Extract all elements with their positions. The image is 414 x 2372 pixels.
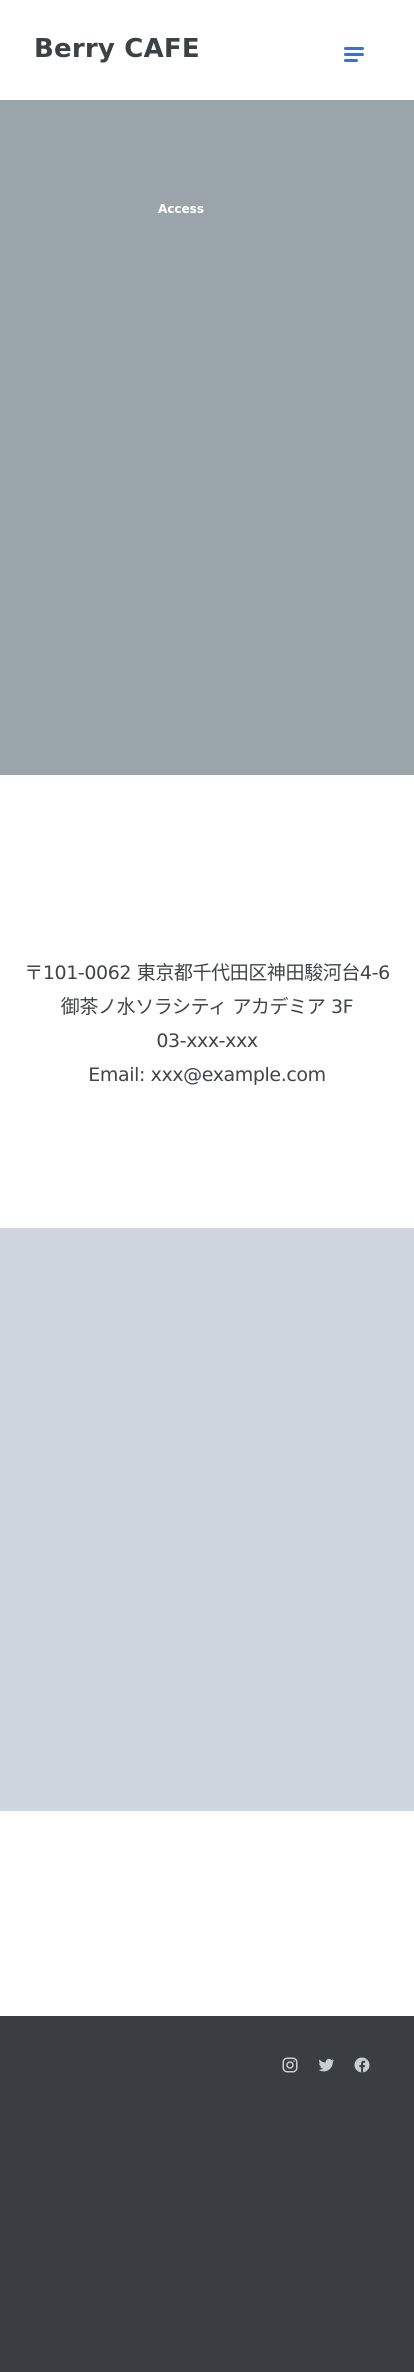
- menu-line: [344, 47, 364, 50]
- menu-line: [344, 53, 364, 56]
- map-embed[interactable]: [0, 1228, 414, 1811]
- instagram-icon[interactable]: [281, 2056, 299, 2074]
- phone-number: 03-xxx-xxx: [156, 1030, 258, 1052]
- hero-title: Access: [158, 202, 204, 216]
- site-footer: [0, 2016, 414, 2372]
- hamburger-menu-icon[interactable]: [344, 47, 366, 63]
- address-line-1: 〒101-0062 東京都千代田区神田駿河台4-6: [24, 962, 390, 984]
- address-line-2: 御茶ノ水ソラシティ アカデミア 3F: [60, 996, 354, 1018]
- twitter-icon[interactable]: [317, 2056, 335, 2074]
- hero-banner: Access: [0, 100, 414, 775]
- email-address: Email: xxx@example.com: [88, 1064, 326, 1086]
- content-spacer: [0, 1811, 414, 2016]
- menu-line: [344, 59, 358, 62]
- access-info-section: 〒101-0062 東京都千代田区神田駿河台4-6 御茶ノ水ソラシティ アカデミ…: [0, 775, 414, 1228]
- brand-logo-link[interactable]: Berry CAFE: [34, 34, 200, 64]
- site-header: Berry CAFE: [0, 0, 414, 100]
- facebook-icon[interactable]: [353, 2056, 371, 2074]
